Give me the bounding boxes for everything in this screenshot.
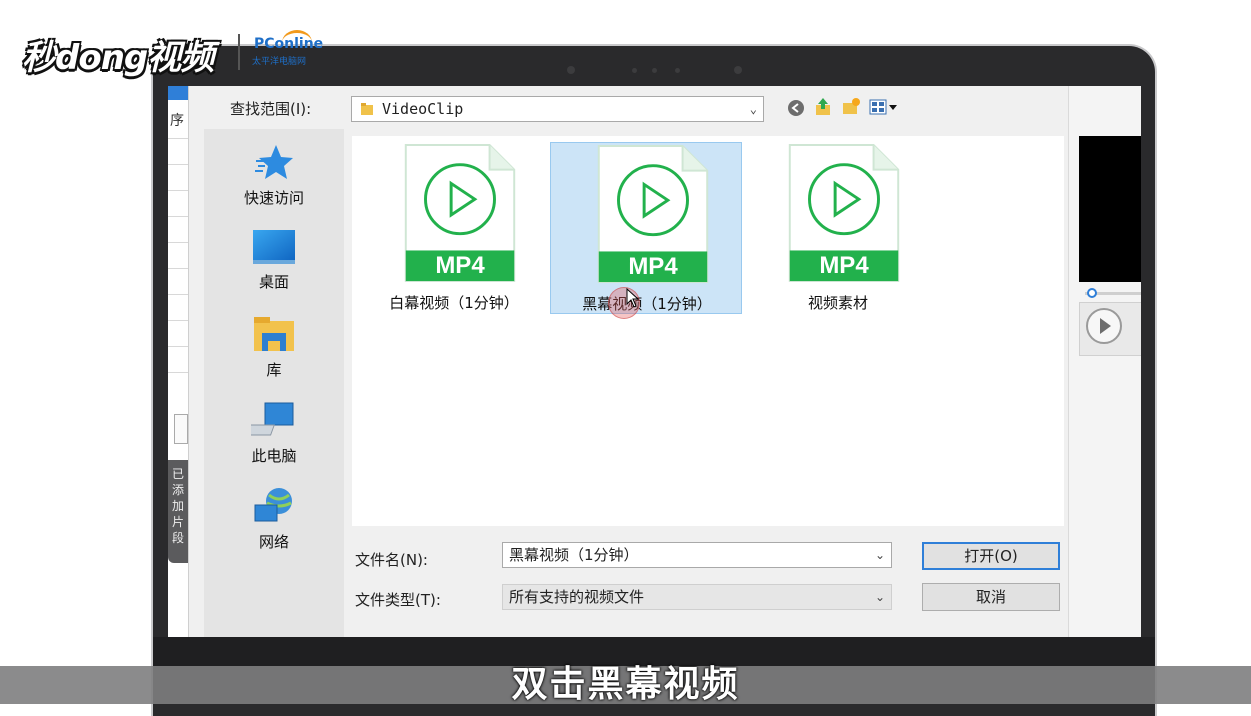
partner-subtitle: 太平洋电脑网 xyxy=(252,57,307,67)
filename-value: 黑幕视频（1分钟） xyxy=(509,546,639,564)
file-name: 黑幕视频（1分钟） xyxy=(582,295,712,313)
place-label: 快速访问 xyxy=(243,189,304,207)
file-item-white-video[interactable]: MP4 白幕视频（1分钟） xyxy=(358,142,550,314)
camera-dot xyxy=(652,68,657,73)
file-name: 白幕视频（1分钟） xyxy=(389,294,519,312)
filetype-label: 文件类型(T): xyxy=(355,591,441,609)
up-folder-icon[interactable] xyxy=(814,97,832,117)
chevron-down-icon[interactable]: ⌄ xyxy=(750,97,757,121)
play-button[interactable] xyxy=(1086,308,1122,344)
app-input-box[interactable] xyxy=(174,414,188,444)
camera-dot xyxy=(632,68,637,73)
logo-divider xyxy=(238,34,240,70)
screen: 序 已添加片段 查找范围(I): VideoClip ⌄ 快速访问 桌面 库 此… xyxy=(168,86,1141,637)
filename-label: 文件名(N): xyxy=(355,551,428,569)
added-clips-tab[interactable]: 已添加片段 xyxy=(168,460,188,563)
app-left-strip: 序 已添加片段 xyxy=(168,86,189,637)
file-list[interactable]: MP4 白幕视频（1分钟） MP4 黑幕视频（1分钟） MP4 视频素材 xyxy=(352,136,1064,526)
star-icon xyxy=(255,145,293,179)
filetype-value: 所有支持的视频文件 xyxy=(509,588,645,606)
added-clips-tab-label: 已添加片段 xyxy=(171,467,184,545)
filetype-select[interactable]: 所有支持的视频文件 ⌄ xyxy=(502,584,892,610)
desktop-icon xyxy=(253,230,295,264)
place-this-pc[interactable]: 此电脑 xyxy=(204,401,344,466)
computer-icon xyxy=(251,402,294,436)
place-label: 此电脑 xyxy=(251,447,297,465)
chevron-down-icon[interactable]: ⌄ xyxy=(875,543,885,567)
place-network[interactable]: 网络 xyxy=(204,487,344,552)
file-name: 视频素材 xyxy=(807,294,868,312)
slider-handle[interactable] xyxy=(1087,288,1097,298)
mp4-badge: MP4 xyxy=(628,253,678,280)
network-icon xyxy=(254,488,292,522)
folder-icon xyxy=(361,103,373,115)
library-folder-icon xyxy=(254,317,294,351)
lookin-label: 查找范围(I): xyxy=(230,100,312,118)
app-title-bar xyxy=(168,86,188,100)
places-bar: 快速访问 桌面 库 此电脑 网络 xyxy=(204,129,344,637)
cancel-button[interactable]: 取消 xyxy=(922,583,1060,611)
new-folder-icon[interactable] xyxy=(841,97,861,117)
view-menu-icon[interactable] xyxy=(869,98,899,116)
open-button[interactable]: 打开(O) xyxy=(922,542,1060,570)
mp4-badge: MP4 xyxy=(435,252,485,279)
mp4-badge: MP4 xyxy=(819,252,869,279)
chevron-down-icon[interactable]: ⌄ xyxy=(875,585,885,609)
subtitle-caption: 双击黑幕视频 xyxy=(511,664,740,705)
place-label: 网络 xyxy=(258,533,289,551)
camera-dot xyxy=(567,66,575,74)
place-quick-access[interactable]: 快速访问 xyxy=(204,143,344,208)
sequence-label: 序 xyxy=(170,113,184,129)
place-label: 桌面 xyxy=(258,273,289,291)
place-label: 库 xyxy=(266,361,282,379)
lookin-value: VideoClip xyxy=(382,100,464,118)
file-item-black-video[interactable]: MP4 黑幕视频（1分钟） xyxy=(550,142,742,314)
camera-dot xyxy=(675,68,680,73)
filename-input[interactable]: 黑幕视频（1分钟） ⌄ xyxy=(502,542,892,568)
watermark-logo: 秒dong视频 xyxy=(22,38,214,78)
place-library[interactable]: 库 xyxy=(204,315,344,380)
file-item-video-material[interactable]: MP4 视频素材 xyxy=(742,142,934,314)
partner-logo: PConline xyxy=(254,36,324,52)
place-desktop[interactable]: 桌面 xyxy=(204,229,344,292)
mouse-cursor-icon xyxy=(626,288,640,308)
play-icon xyxy=(1100,318,1111,334)
camera-dot xyxy=(734,66,742,74)
back-icon[interactable] xyxy=(787,99,805,117)
lookin-combo[interactable]: VideoClip ⌄ xyxy=(351,96,764,122)
video-preview xyxy=(1079,136,1141,282)
